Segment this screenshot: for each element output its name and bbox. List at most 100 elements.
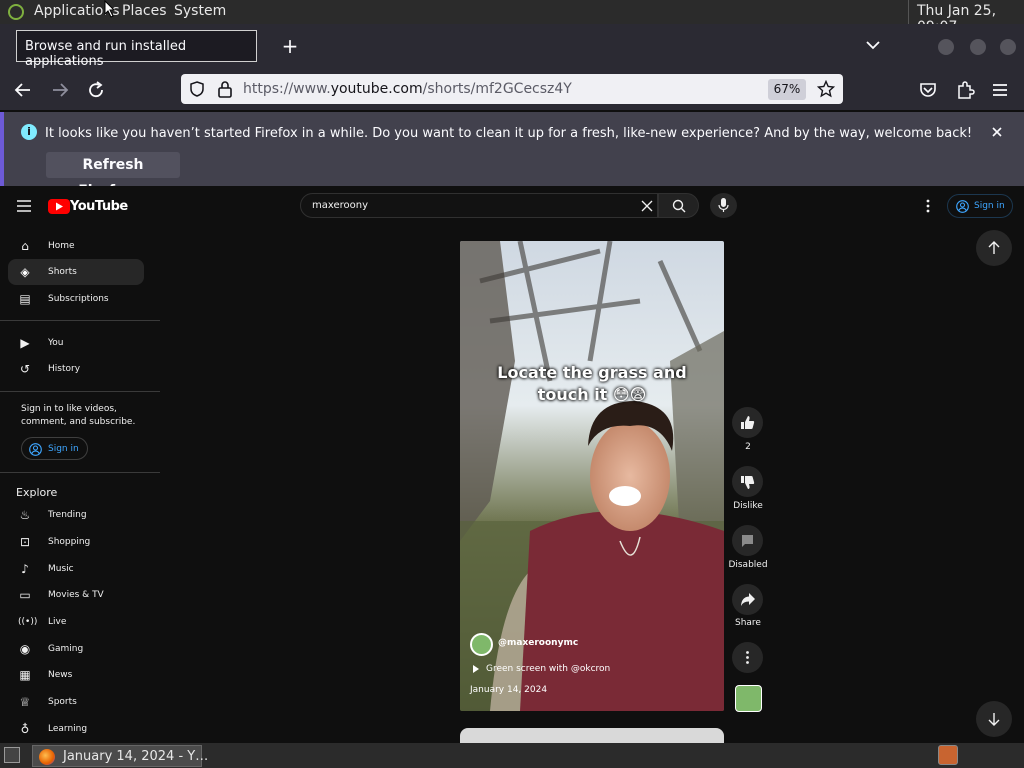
sidebar-item-movies-tv[interactable]: ▭ Movies & TV — [0, 582, 160, 608]
hamburger-menu-icon[interactable] — [991, 81, 1009, 99]
firefox-tray-icon[interactable] — [938, 745, 958, 765]
sidebar-item-subscriptions[interactable]: ▤ Subscriptions — [0, 286, 160, 312]
sidebar-item-music[interactable]: ♪ Music — [0, 556, 160, 582]
sidebar-item-news[interactable]: ▦ News — [0, 662, 160, 688]
sidebar-divider — [0, 391, 160, 392]
sidebar-item-sports[interactable]: ♕ Sports — [0, 689, 160, 715]
shorts-icon: ◈ — [20, 265, 30, 279]
youtube-logo-icon[interactable] — [48, 199, 70, 214]
caption-line: Locate the grass and — [497, 363, 687, 382]
sidebar-item-label: Sports — [48, 697, 77, 707]
sidebar-item-label: Home — [48, 241, 75, 251]
clear-search-icon[interactable] — [641, 200, 653, 212]
learning-icon: ♁ — [20, 722, 30, 736]
account-icon — [956, 200, 969, 213]
firefox-icon — [39, 749, 55, 765]
previous-short-button[interactable] — [976, 230, 1012, 266]
next-short-preview[interactable] — [460, 728, 724, 743]
notification-message: It looks like you haven’t started Firefo… — [45, 126, 973, 141]
explore-heading: Explore — [16, 486, 58, 499]
comments-label: Disabled — [728, 560, 768, 570]
taskbar-window-button[interactable]: January 14, 2024 - Y… — [32, 745, 208, 767]
guide-menu-icon[interactable] — [16, 199, 32, 213]
places-menu[interactable]: Places — [122, 3, 167, 19]
short-date: January 14, 2024 — [470, 685, 548, 695]
news-icon: ▦ — [19, 668, 31, 682]
sidebar-item-you[interactable]: ▶ You — [0, 330, 160, 356]
voice-search-button[interactable] — [710, 193, 737, 218]
maximize-button[interactable] — [970, 39, 986, 55]
sidebar-item-trending[interactable]: ♨ Trending — [0, 502, 160, 528]
close-window-button[interactable] — [1000, 39, 1016, 55]
sidebar-item-shorts[interactable]: ◈ Shorts — [8, 259, 144, 285]
short-video-player[interactable]: Locate the grass and touch it 😳😨 @maxero… — [460, 241, 724, 711]
sidebar-item-label: Learning — [48, 724, 88, 734]
sidebar-item-learning[interactable]: ♁ Learning — [0, 716, 160, 742]
share-icon — [741, 593, 755, 606]
reload-icon[interactable] — [87, 81, 105, 99]
url-bar[interactable]: https://www.youtube.com/shorts/mf2GCecsz… — [181, 74, 843, 104]
refresh-firefox-button[interactable]: Refresh Firefox… — [46, 152, 180, 199]
comments-button[interactable] — [732, 525, 763, 556]
sidebar-item-label: Gaming — [48, 644, 84, 654]
new-tab-button[interactable]: + — [278, 34, 302, 58]
signin-prompt: Sign in to like videos, comment, and sub… — [21, 404, 136, 427]
play-icon — [473, 665, 479, 673]
list-all-tabs-icon[interactable] — [866, 40, 880, 50]
pocket-icon[interactable] — [918, 80, 938, 100]
minimize-button[interactable] — [938, 39, 954, 55]
back-icon[interactable] — [14, 81, 32, 99]
thumbs-down-icon — [741, 476, 755, 489]
sidebar-item-gaming[interactable]: ◉ Gaming — [0, 636, 160, 662]
sidebar-divider — [0, 320, 160, 321]
sidebar-item-label: You — [48, 338, 64, 348]
sidebar-item-label: Music — [48, 564, 74, 574]
sign-in-button[interactable]: Sign in — [947, 194, 1013, 218]
close-notification-icon[interactable] — [991, 126, 1003, 138]
sidebar-item-shopping[interactable]: ⊡ Shopping — [0, 529, 160, 555]
share-button[interactable] — [732, 584, 763, 615]
info-icon: i — [21, 124, 37, 140]
sound-link[interactable]: Green screen with @okcron — [486, 664, 610, 674]
tracking-shield-icon[interactable] — [189, 81, 205, 97]
trending-icon: ♨ — [19, 508, 31, 522]
search-value: maxeroony — [312, 200, 369, 211]
sidebar-item-live[interactable]: ((•)) Live — [0, 609, 160, 635]
bookmark-star-icon[interactable] — [817, 80, 835, 98]
sidebar-item-home[interactable]: ⌂ Home — [0, 233, 160, 259]
sound-thumbnail[interactable] — [735, 685, 762, 712]
subscriptions-icon: ▤ — [19, 292, 31, 306]
channel-avatar[interactable] — [470, 633, 493, 656]
sidebar-sign-in-button[interactable]: Sign in — [21, 437, 88, 460]
system-menu[interactable]: System — [174, 3, 226, 19]
arrow-down-icon — [988, 713, 1000, 726]
history-icon: ↺ — [19, 362, 31, 376]
like-button[interactable] — [732, 407, 763, 438]
lock-icon[interactable] — [217, 80, 233, 98]
sidebar-item-history[interactable]: ↺ History — [0, 356, 160, 382]
sidebar-item-label: News — [48, 670, 73, 680]
panel-divider — [908, 0, 909, 24]
search-input[interactable]: maxeroony — [300, 193, 658, 218]
search-icon — [672, 199, 686, 213]
dislike-button[interactable] — [732, 466, 763, 497]
sports-icon: ♕ — [19, 695, 31, 709]
show-desktop-icon[interactable] — [4, 747, 20, 763]
youtube-logo-text[interactable]: YouTube — [70, 199, 128, 214]
sidebar-item-label: Trending — [48, 510, 87, 520]
extensions-icon[interactable] — [955, 80, 975, 100]
sign-in-label: Sign in — [974, 201, 1005, 211]
top-panel: Applications Places System Thu Jan 25, 0… — [0, 0, 1024, 35]
app-menu-icon[interactable] — [8, 4, 24, 20]
arrow-up-icon — [988, 241, 1000, 254]
more-actions-button[interactable] — [732, 642, 763, 673]
next-short-button[interactable] — [976, 701, 1012, 737]
channel-name[interactable]: @maxeroonymc — [498, 638, 578, 648]
forward-icon[interactable] — [51, 81, 69, 99]
zoom-level-button[interactable]: 67% — [768, 79, 806, 100]
url-text[interactable]: https://www.youtube.com/shorts/mf2GCecsz… — [243, 81, 572, 97]
home-icon: ⌂ — [21, 239, 29, 253]
more-options-icon[interactable] — [925, 199, 931, 213]
search-button[interactable] — [658, 193, 699, 218]
sidebar-divider — [0, 472, 160, 473]
